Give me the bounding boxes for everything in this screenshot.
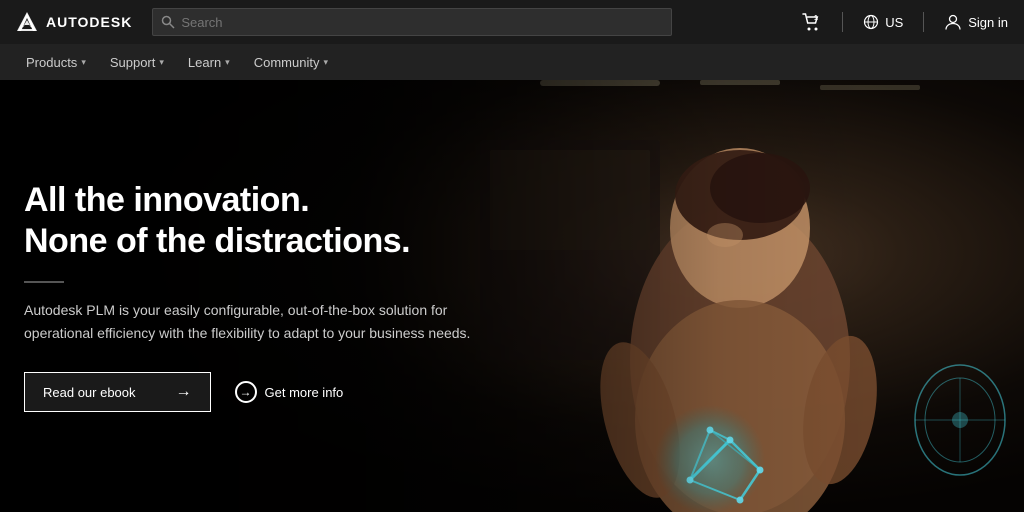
headline-line2: None of the distractions.: [24, 222, 410, 260]
circle-arrow-icon: →: [235, 381, 257, 403]
search-icon: [161, 15, 175, 29]
divider2: [923, 12, 924, 32]
logo[interactable]: AUTODESK: [16, 11, 132, 33]
signin-label: Sign in: [968, 15, 1008, 30]
chevron-down-icon: ▾: [225, 57, 230, 68]
divider: [842, 12, 843, 32]
region-label: US: [885, 15, 903, 30]
get-more-info-button[interactable]: → Get more info: [235, 381, 344, 403]
nav-products-label: Products: [26, 55, 77, 70]
autodesk-logo-icon: [16, 11, 38, 33]
top-right-actions: 1 US Sign in: [802, 12, 1008, 32]
nav-support-label: Support: [110, 55, 156, 70]
nav-item-community[interactable]: Community ▾: [244, 44, 338, 80]
chevron-down-icon: ▾: [81, 57, 86, 68]
globe-icon: [863, 14, 879, 30]
nav-item-support[interactable]: Support ▾: [100, 44, 174, 80]
chevron-down-icon: ▾: [323, 57, 328, 68]
more-info-label: Get more info: [265, 385, 344, 400]
svg-text:1: 1: [814, 15, 818, 22]
hero-section: All the innovation. None of the distract…: [0, 80, 1024, 512]
nav-item-learn[interactable]: Learn ▾: [178, 44, 240, 80]
arrow-right-icon: →: [176, 383, 192, 401]
region-selector[interactable]: US: [863, 14, 903, 30]
read-ebook-button[interactable]: Read our ebook →: [24, 372, 211, 412]
topbar: AUTODESK 1 US: [0, 0, 1024, 44]
nav-item-products[interactable]: Products ▾: [16, 44, 96, 80]
nav-learn-label: Learn: [188, 55, 221, 70]
logo-text: AUTODESK: [46, 14, 132, 30]
search-input[interactable]: [181, 15, 663, 30]
hero-headline: All the innovation. None of the distract…: [24, 180, 560, 262]
nav-community-label: Community: [254, 55, 320, 70]
hero-body-text: Autodesk PLM is your easily configurable…: [24, 299, 504, 344]
cart-icon: 1: [802, 12, 822, 32]
hero-content: All the innovation. None of the distract…: [0, 80, 560, 512]
headline-line1: All the innovation.: [24, 181, 309, 219]
ebook-button-label: Read our ebook: [43, 385, 136, 400]
search-bar[interactable]: [152, 8, 672, 36]
signin-button[interactable]: Sign in: [944, 13, 1008, 31]
hero-divider: [24, 281, 64, 283]
chevron-down-icon: ▾: [159, 57, 164, 68]
nav-bar: Products ▾ Support ▾ Learn ▾ Community ▾: [0, 44, 1024, 80]
cart-button[interactable]: 1: [802, 12, 822, 32]
user-icon: [944, 13, 962, 31]
hero-actions: Read our ebook → → Get more info: [24, 372, 560, 412]
